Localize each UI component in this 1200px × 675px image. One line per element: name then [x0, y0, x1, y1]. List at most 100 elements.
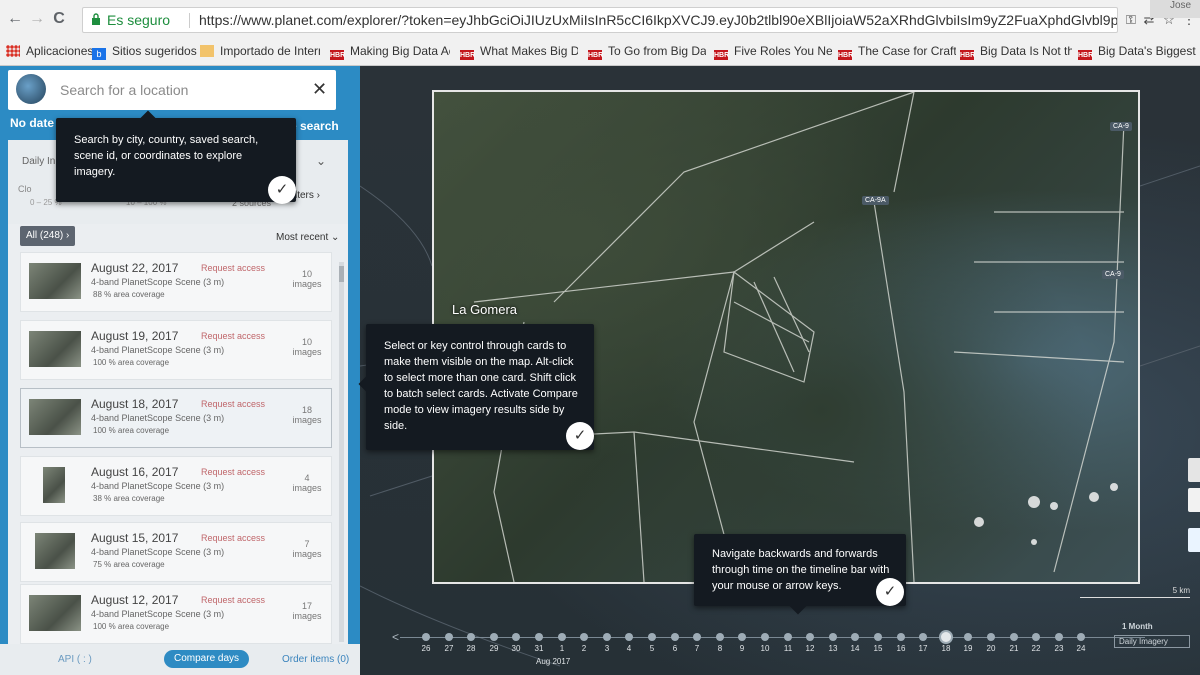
- timeline-day-marker[interactable]: [693, 633, 701, 641]
- timeline-day-label[interactable]: 26: [416, 644, 436, 653]
- compare-days-button[interactable]: Compare days: [164, 650, 250, 668]
- timeline-day-marker[interactable]: [761, 633, 769, 641]
- timeline-day-label[interactable]: 4: [619, 644, 639, 653]
- timeline-day-label[interactable]: 31: [529, 644, 549, 653]
- timeline-day-label[interactable]: 3: [597, 644, 617, 653]
- timeline-day-label[interactable]: 12: [800, 644, 820, 653]
- timeline-bar[interactable]: < 26 27 28 29 30 31 1 2 3 4 5 6 7 8 9 10 11 12 13 14 15 16 17 1…: [360, 600, 1200, 675]
- result-card[interactable]: August 16, 2017 Request access 4-band Pl…: [20, 456, 332, 516]
- timeline-day-marker[interactable]: [512, 633, 520, 641]
- timeline-day-label[interactable]: 15: [868, 644, 888, 653]
- timeline-day-marker[interactable]: [964, 633, 972, 641]
- timeline-day-label[interactable]: 5: [642, 644, 662, 653]
- timeline-day-marker[interactable]: [1032, 633, 1040, 641]
- timeline-day-marker[interactable]: [1010, 633, 1018, 641]
- timeline-day-marker[interactable]: [558, 633, 566, 641]
- bookmark-hbr-5[interactable]: HBR The Case for Crafting: [838, 44, 956, 60]
- timeline-day-marker[interactable]: [648, 633, 656, 641]
- location-search[interactable]: ✕: [8, 70, 336, 110]
- bookmark-hbr-3[interactable]: HBR To Go from Big Data: [588, 44, 706, 60]
- bookmark-hbr-6[interactable]: HBR Big Data Is Not the N: [960, 44, 1072, 60]
- key-icon[interactable]: ⚿: [1122, 12, 1140, 30]
- timeline-day-label[interactable]: 23: [1049, 644, 1069, 653]
- timeline-day-label[interactable]: 14: [845, 644, 865, 653]
- timeline-day-marker[interactable]: [784, 633, 792, 641]
- timeline-day-marker[interactable]: [535, 633, 543, 641]
- bookmark-hbr-1[interactable]: HBR Making Big Data Acti: [330, 44, 450, 60]
- url-text[interactable]: https://www.planet.com/explorer/?token=e…: [199, 8, 1117, 32]
- date-filter-label[interactable]: No date: [10, 116, 54, 130]
- search-input[interactable]: [60, 80, 300, 100]
- timeline-day-marker[interactable]: [625, 633, 633, 641]
- timeline-day-marker[interactable]: [897, 633, 905, 641]
- timeline-day-marker[interactable]: [467, 633, 475, 641]
- api-link[interactable]: API ( : ): [58, 654, 92, 665]
- timeline-day-label[interactable]: 9: [732, 644, 752, 653]
- close-icon[interactable]: ✕: [312, 79, 327, 100]
- timeline-day-marker[interactable]: [580, 633, 588, 641]
- back-button[interactable]: ←: [4, 8, 26, 30]
- map-control-button[interactable]: [1188, 458, 1200, 482]
- result-card[interactable]: August 15, 2017 Request access 4-band Pl…: [20, 522, 332, 582]
- timeline-day-marker[interactable]: [851, 633, 859, 641]
- timeline-day-marker[interactable]: [422, 633, 430, 641]
- timeline-day-marker[interactable]: [829, 633, 837, 641]
- timeline-day-label[interactable]: 18: [936, 644, 956, 653]
- timeline-day-label[interactable]: 6: [665, 644, 685, 653]
- timeline-day-marker[interactable]: [987, 633, 995, 641]
- timeline-day-label[interactable]: 10: [755, 644, 775, 653]
- location-pin-icon[interactable]: [1188, 528, 1200, 552]
- bookmark-imported[interactable]: Importado de Interne: [200, 44, 320, 60]
- timeline-day-label[interactable]: 20: [981, 644, 1001, 653]
- scrollbar-thumb[interactable]: [339, 266, 344, 282]
- timeline-day-label[interactable]: 17: [913, 644, 933, 653]
- map-control-button[interactable]: [1188, 488, 1200, 512]
- timeline-day-label[interactable]: 30: [506, 644, 526, 653]
- bookmark-hbr-4[interactable]: HBR Five Roles You Need: [714, 44, 832, 60]
- address-bar[interactable]: Es seguro https://www.planet.com/explore…: [82, 7, 1118, 33]
- timeline-day-label[interactable]: 13: [823, 644, 843, 653]
- bookmark-apps[interactable]: Aplicaciones: [6, 44, 93, 60]
- request-access-link[interactable]: Request access: [201, 263, 265, 273]
- timeline-day-label[interactable]: 1: [552, 644, 572, 653]
- timeline-day-label[interactable]: 28: [461, 644, 481, 653]
- timeline-back-arrow[interactable]: <: [392, 630, 399, 644]
- timeline-selected-day[interactable]: [939, 630, 953, 644]
- forward-button[interactable]: →: [26, 8, 48, 30]
- save-search-link[interactable]: e search: [290, 119, 339, 133]
- all-results-button[interactable]: All (248) ›: [20, 226, 76, 246]
- result-card[interactable]: August 22, 2017 Request access 4-band Pl…: [20, 252, 332, 312]
- bookmark-suggested[interactable]: b Sitios sugeridos: [92, 44, 197, 60]
- chevron-down-icon[interactable]: ⌄: [316, 154, 326, 168]
- range-label[interactable]: 1 Month: [1122, 622, 1153, 631]
- reload-button[interactable]: C: [48, 8, 70, 30]
- timeline-day-marker[interactable]: [490, 633, 498, 641]
- timeline-day-label[interactable]: 16: [891, 644, 911, 653]
- timeline-day-marker[interactable]: [874, 633, 882, 641]
- timeline-day-label[interactable]: 21: [1004, 644, 1024, 653]
- timeline-day-marker[interactable]: [671, 633, 679, 641]
- check-icon[interactable]: ✓: [566, 422, 594, 450]
- request-access-link[interactable]: Request access: [201, 467, 265, 477]
- imagery-type-label[interactable]: Daily Imagery: [1114, 635, 1190, 648]
- request-access-link[interactable]: Request access: [201, 595, 265, 605]
- timeline-day-label[interactable]: 2: [574, 644, 594, 653]
- timeline-range-control[interactable]: 1 Month Daily Imagery: [1112, 622, 1192, 650]
- timeline-day-label[interactable]: 19: [958, 644, 978, 653]
- timeline-day-label[interactable]: 27: [439, 644, 459, 653]
- result-card[interactable]: August 19, 2017 Request access 4-band Pl…: [20, 320, 332, 380]
- timeline-day-label[interactable]: 7: [687, 644, 707, 653]
- bookmark-hbr-2[interactable]: HBR What Makes Big Data: [460, 44, 578, 60]
- timeline-day-label[interactable]: 8: [710, 644, 730, 653]
- order-items-link[interactable]: Order items (0): [282, 654, 349, 665]
- results-scrollbar[interactable]: [339, 262, 344, 642]
- profile-chip[interactable]: Jose: [1150, 0, 1200, 18]
- request-access-link[interactable]: Request access: [201, 331, 265, 341]
- timeline-day-marker[interactable]: [716, 633, 724, 641]
- timeline-day-marker[interactable]: [1077, 633, 1085, 641]
- result-card-selected[interactable]: August 18, 2017 Request access 4-band Pl…: [20, 388, 332, 448]
- request-access-link[interactable]: Request access: [201, 533, 265, 543]
- bookmark-hbr-7[interactable]: HBR Big Data's Biggest Ol: [1078, 44, 1196, 60]
- check-icon[interactable]: ✓: [268, 176, 296, 204]
- timeline-day-label[interactable]: 11: [778, 644, 798, 653]
